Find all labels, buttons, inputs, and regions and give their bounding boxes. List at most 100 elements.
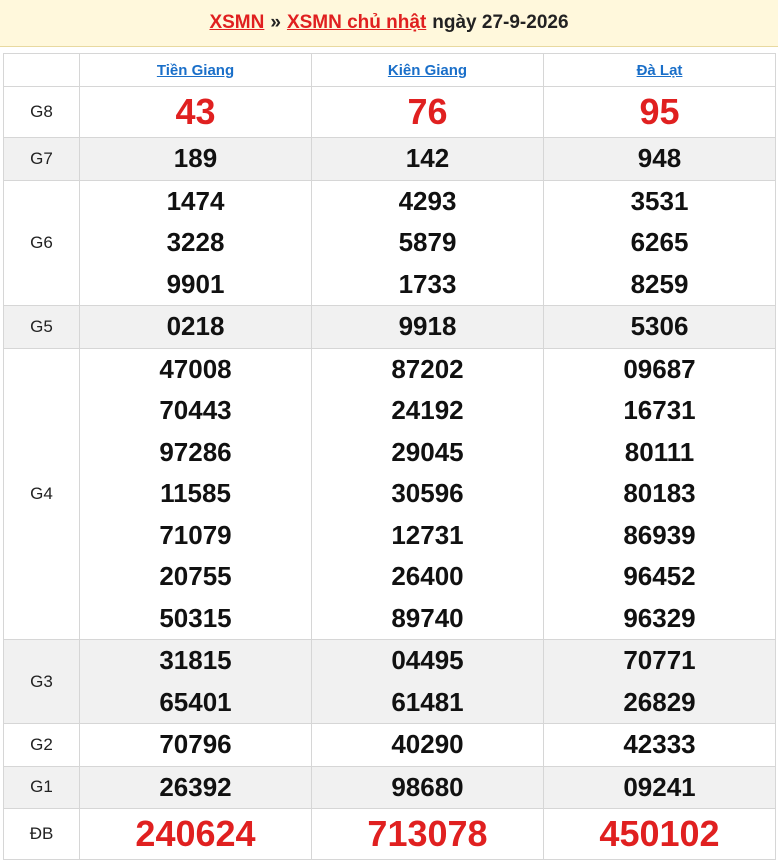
prize-number: 61481	[391, 686, 464, 717]
prize-number: 9901	[166, 268, 225, 299]
prize-number: 26829	[623, 686, 696, 717]
prize-label: G4	[3, 347, 80, 640]
xsmn-link[interactable]: XSMN	[209, 12, 264, 34]
prize-number: 16731	[623, 395, 696, 425]
prize-number: 43	[175, 91, 216, 132]
prize-row-g4: G4 47008 70443 97286 11585 71079 20755 50315 872…	[3, 347, 776, 640]
prize-cell: 142	[311, 137, 544, 181]
prize-row-g3: G3 31815 65401 04495 61481 70771 26829	[3, 639, 776, 724]
prize-rows: G8 43 76 95 G7 189 142 948 G6 1474 3228 9901 4293 587…	[3, 86, 776, 860]
prize-number: 89740	[391, 602, 464, 633]
prize-cell: 189	[79, 137, 312, 181]
province-link-tien-giang[interactable]: Tiền Giang	[157, 62, 234, 79]
page-header: XSMN » XSMN chủ nhật ngày 27-9-2026	[0, 0, 778, 47]
xsmn-sunday-link[interactable]: XSMN chủ nhật	[287, 12, 426, 34]
province-header: Kiên Giang	[311, 53, 544, 87]
prize-cell: 09687 16731 80111 80183 86939 96452 96329	[543, 347, 776, 640]
prize-number: 70443	[159, 395, 232, 425]
province-header: Đà Lạt	[543, 53, 776, 87]
prize-label: G6	[3, 179, 80, 306]
prize-cell: 95	[543, 86, 776, 138]
prize-cell: 713078	[311, 808, 544, 860]
prize-cell: 98680	[311, 765, 544, 809]
prize-cell: 76	[311, 86, 544, 138]
prize-number: 9918	[398, 311, 457, 341]
prize-cell: 3531 6265 8259	[543, 179, 776, 306]
prize-number: 450102	[599, 813, 720, 854]
prize-number: 80183	[623, 478, 696, 508]
prize-number: 8259	[630, 268, 689, 299]
prize-number: 71079	[159, 519, 232, 550]
prize-number: 713078	[367, 813, 488, 854]
province-link-da-lat[interactable]: Đà Lạt	[637, 62, 683, 79]
prize-cell: 450102	[543, 808, 776, 860]
prize-number: 96452	[623, 561, 696, 591]
prize-cell: 04495 61481	[311, 639, 544, 724]
prize-number: 3228	[166, 227, 225, 257]
prize-row-g5: G5 0218 9918 5306	[3, 305, 776, 349]
prize-number: 86939	[623, 519, 696, 550]
prize-number: 189	[173, 143, 218, 173]
prize-cell: 0218	[79, 305, 312, 349]
prize-number: 1474	[166, 185, 225, 216]
prize-cell: 47008 70443 97286 11585 71079 20755 50315	[79, 347, 312, 640]
prize-number: 95	[639, 91, 680, 132]
prize-cell: 42333	[543, 723, 776, 767]
prize-cell: 9918	[311, 305, 544, 349]
prize-cell: 70796	[79, 723, 312, 767]
prize-number: 50315	[159, 602, 232, 633]
corner-cell	[3, 53, 80, 87]
prize-number: 80111	[624, 436, 695, 467]
prize-cell: 87202 24192 29045 30596 12731 26400 89740	[311, 347, 544, 640]
prize-number: 47008	[159, 353, 232, 384]
prize-number: 98680	[391, 771, 464, 802]
prize-number: 31815	[159, 645, 232, 675]
prize-number: 24192	[391, 395, 464, 425]
prize-cell: 70771 26829	[543, 639, 776, 724]
prize-number: 04495	[391, 645, 464, 675]
prize-number: 26392	[159, 771, 232, 802]
prize-number: 29045	[391, 436, 464, 467]
prize-number: 76	[407, 91, 448, 132]
prize-number: 3531	[630, 185, 689, 216]
breadcrumb-separator: »	[270, 12, 281, 33]
draw-date: ngày 27-9-2026	[432, 12, 569, 33]
prize-number: 6265	[630, 227, 689, 257]
results-container: Tiền Giang Kiên Giang Đà Lạt G8 43 76 95 G7 1…	[0, 47, 778, 860]
prize-number: 20755	[159, 561, 232, 591]
prize-cell: 43	[79, 86, 312, 138]
prize-label: ĐB	[3, 808, 80, 860]
prize-label: G5	[3, 305, 80, 349]
prize-cell: 1474 3228 9901	[79, 179, 312, 306]
prize-number: 42333	[623, 729, 696, 759]
prize-number: 96329	[623, 602, 696, 633]
prize-number: 09687	[623, 353, 696, 384]
prize-label: G7	[3, 137, 80, 181]
prize-number: 0218	[166, 311, 225, 341]
prize-number: 11585	[160, 478, 231, 508]
prize-number: 12731	[391, 519, 464, 550]
prize-number: 87202	[391, 353, 464, 384]
prize-cell: 40290	[311, 723, 544, 767]
prize-number: 40290	[391, 729, 464, 759]
prize-number: 240624	[135, 813, 256, 854]
prize-cell: 240624	[79, 808, 312, 860]
prize-row-g2: G2 70796 40290 42333	[3, 723, 776, 767]
prize-number: 948	[637, 143, 682, 173]
prize-row-g6: G6 1474 3228 9901 4293 5879 1733 3531 6265 8259	[3, 179, 776, 306]
prize-cell: 948	[543, 137, 776, 181]
prize-number: 4293	[398, 185, 457, 216]
province-header: Tiền Giang	[79, 53, 312, 87]
prize-number: 09241	[623, 771, 696, 802]
prize-number: 5879	[398, 227, 457, 257]
prize-row-g1: G1 26392 98680 09241	[3, 765, 776, 809]
prize-label: G8	[3, 86, 80, 138]
prize-label: G3	[3, 639, 80, 724]
prize-number: 70796	[159, 729, 232, 759]
results-table: Tiền Giang Kiên Giang Đà Lạt G8 43 76 95 G7 1…	[3, 53, 776, 860]
prize-row-đb: ĐB 240624 713078 450102	[3, 808, 776, 860]
province-link-kien-giang[interactable]: Kiên Giang	[388, 62, 467, 79]
prize-cell: 4293 5879 1733	[311, 179, 544, 306]
province-header-row: Tiền Giang Kiên Giang Đà Lạt	[3, 53, 776, 87]
prize-number: 142	[405, 143, 450, 173]
